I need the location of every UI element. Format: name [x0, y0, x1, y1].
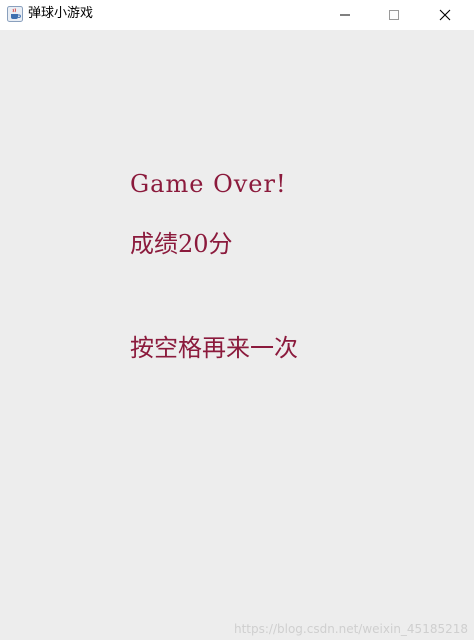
- maximize-icon: [388, 6, 400, 25]
- java-cup-icon[interactable]: [7, 6, 23, 22]
- maximize-button[interactable]: [371, 0, 417, 30]
- close-button[interactable]: [422, 0, 468, 30]
- close-icon: [439, 6, 451, 25]
- game-canvas[interactable]: Game Over! 成绩20分 按空格再来一次 https://blog.cs…: [0, 30, 474, 640]
- minimize-icon: [339, 6, 351, 25]
- game-over-text: Game Over!: [130, 170, 287, 198]
- game-window: 弹球小游戏 Game Over! 成绩20分 按空格再来一次 https://b…: [0, 0, 474, 640]
- score-text: 成绩20分: [130, 230, 233, 258]
- minimize-button[interactable]: [322, 0, 368, 30]
- restart-hint-text: 按空格再来一次: [130, 334, 298, 362]
- watermark-text: https://blog.csdn.net/weixin_45185218: [233, 622, 468, 636]
- title-bar[interactable]: 弹球小游戏: [0, 0, 474, 30]
- window-title: 弹球小游戏: [28, 6, 94, 21]
